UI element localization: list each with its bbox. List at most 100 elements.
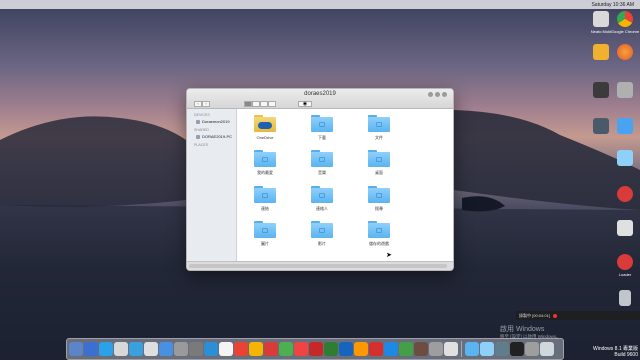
file-item-folder[interactable]: 圖片 bbox=[247, 221, 283, 247]
minimize-button[interactable] bbox=[428, 92, 433, 97]
desktop-icon-chrome[interactable]: Google Chrome bbox=[610, 11, 640, 34]
folder-icon bbox=[254, 150, 276, 167]
dock-app-icon[interactable] bbox=[204, 342, 218, 356]
dock-app-icon[interactable] bbox=[234, 342, 248, 356]
desktop-icon-firefox[interactable] bbox=[610, 44, 640, 62]
drive-icon bbox=[196, 119, 200, 124]
desktop-icon-app5[interactable] bbox=[610, 186, 640, 204]
window-titlebar[interactable]: doraes2019 ‹ › ◉ bbox=[187, 89, 453, 109]
column-view-button[interactable] bbox=[260, 101, 268, 107]
screen-recorder-bar[interactable]: 錄製中 [00:04:01] bbox=[516, 311, 640, 320]
folder-icon bbox=[368, 186, 390, 203]
finder-window[interactable]: doraes2019 ‹ › ◉ DEVICES Doraemon2019 SH… bbox=[186, 88, 454, 271]
file-item-folder[interactable]: 我的最愛 bbox=[247, 150, 283, 176]
recording-text: 錄製中 [00:04:01] bbox=[519, 312, 550, 318]
file-item-folder[interactable]: 連結 bbox=[247, 186, 283, 212]
gallery-view-button[interactable] bbox=[268, 101, 276, 107]
folder-icon bbox=[368, 221, 390, 238]
dock-app-icon[interactable] bbox=[525, 342, 539, 356]
sidebar: DEVICES Doraemon2019 SHARED DORAE2019-PC… bbox=[187, 109, 237, 263]
dock-app-icon[interactable] bbox=[189, 342, 203, 356]
dock-app-icon[interactable] bbox=[510, 342, 524, 356]
desktop-icon-folder2[interactable] bbox=[610, 150, 640, 168]
folder-icon bbox=[311, 150, 333, 167]
dock-app-icon[interactable] bbox=[129, 342, 143, 356]
folder-icon bbox=[368, 150, 390, 167]
sidebar-item-device[interactable]: Doraemon2019 bbox=[196, 119, 236, 124]
desktop-icon-recycle-bin[interactable] bbox=[610, 290, 640, 308]
dock-app-icon[interactable] bbox=[495, 342, 509, 356]
dock-app-icon[interactable] bbox=[99, 342, 113, 356]
app-icon bbox=[617, 118, 633, 134]
file-item-folder[interactable]: 文件 bbox=[361, 115, 397, 141]
dock-app-icon[interactable] bbox=[69, 342, 83, 356]
dock-app-icon[interactable] bbox=[144, 342, 158, 356]
app-icon bbox=[617, 220, 633, 236]
horizontal-scrollbar[interactable] bbox=[189, 264, 447, 268]
app-icon bbox=[617, 186, 633, 202]
dock-app-icon[interactable] bbox=[324, 342, 338, 356]
icon-view-button[interactable] bbox=[244, 101, 252, 107]
app-icon bbox=[593, 82, 609, 98]
mouse-cursor-icon: ➤ bbox=[386, 252, 392, 259]
build-info: Windows 8.1 專業版 Build 9600 bbox=[592, 346, 638, 358]
app-icon bbox=[617, 254, 633, 270]
dock-app-icon[interactable] bbox=[84, 342, 98, 356]
file-item-onedrive[interactable]: OneDrive bbox=[247, 115, 283, 140]
file-item-folder[interactable]: 影片 bbox=[304, 221, 340, 247]
dock-app-icon[interactable] bbox=[114, 342, 128, 356]
dock-app-icon[interactable] bbox=[369, 342, 383, 356]
dock bbox=[66, 338, 564, 360]
dock-app-icon[interactable] bbox=[384, 342, 398, 356]
dock-separator bbox=[461, 341, 462, 357]
dock-app-icon[interactable] bbox=[354, 342, 368, 356]
dock-app-icon[interactable] bbox=[465, 342, 479, 356]
forward-button[interactable]: › bbox=[202, 101, 210, 107]
file-item-folder[interactable]: 連絡人 bbox=[304, 186, 340, 212]
firefox-icon bbox=[617, 44, 633, 60]
file-item-folder[interactable]: 搜尋 bbox=[361, 186, 397, 212]
folder-icon bbox=[254, 186, 276, 203]
desktop-icon-app4[interactable] bbox=[610, 118, 640, 136]
folder-icon bbox=[254, 221, 276, 238]
close-button[interactable] bbox=[442, 92, 447, 97]
dock-app-icon[interactable] bbox=[444, 342, 458, 356]
dock-app-icon[interactable] bbox=[429, 342, 443, 356]
back-button[interactable]: ‹ bbox=[194, 101, 202, 107]
dock-app-icon[interactable] bbox=[480, 342, 494, 356]
file-item-folder[interactable]: 儲存的遊戲 bbox=[361, 221, 397, 247]
onedrive-folder-icon bbox=[254, 115, 276, 132]
file-item-folder[interactable]: 桌面 bbox=[361, 150, 397, 176]
app-icon bbox=[617, 82, 633, 98]
dock-app-icon[interactable] bbox=[219, 342, 233, 356]
quick-look-button[interactable]: ◉ bbox=[298, 101, 312, 107]
folder-icon bbox=[368, 115, 390, 132]
folder-icon bbox=[311, 221, 333, 238]
dock-app-icon[interactable] bbox=[294, 342, 308, 356]
dock-app-icon[interactable] bbox=[249, 342, 263, 356]
dock-app-icon[interactable] bbox=[339, 342, 353, 356]
dock-app-icon[interactable] bbox=[279, 342, 293, 356]
desktop-icon-loader[interactable]: Loader bbox=[610, 254, 640, 277]
zoom-button[interactable] bbox=[435, 92, 440, 97]
list-view-button[interactable] bbox=[252, 101, 260, 107]
dock-app-icon[interactable] bbox=[399, 342, 413, 356]
desktop-icon-app2[interactable] bbox=[610, 82, 640, 100]
record-icon[interactable] bbox=[552, 313, 557, 318]
dock-app-icon[interactable] bbox=[174, 342, 188, 356]
app-icon bbox=[593, 11, 609, 27]
sidebar-header-devices: DEVICES bbox=[194, 113, 210, 117]
file-item-folder[interactable]: 音樂 bbox=[304, 150, 340, 176]
dock-app-icon[interactable] bbox=[540, 342, 554, 356]
desktop-icon-app6[interactable] bbox=[610, 220, 640, 238]
sidebar-header-places: PLACES bbox=[194, 143, 209, 147]
dock-app-icon[interactable] bbox=[159, 342, 173, 356]
dock-app-icon[interactable] bbox=[414, 342, 428, 356]
dock-app-icon[interactable] bbox=[309, 342, 323, 356]
folder-icon bbox=[617, 150, 633, 166]
file-item-folder[interactable]: 下載 bbox=[304, 115, 340, 141]
file-grid: OneDrive 下載 文件 我的最愛 音樂 桌面 連結 連絡人 搜尋 圖片 影… bbox=[237, 109, 453, 263]
sidebar-item-shared-pc[interactable]: DORAE2019-PC bbox=[196, 134, 236, 139]
sidebar-header-shared: SHARED bbox=[194, 128, 209, 132]
dock-app-icon[interactable] bbox=[264, 342, 278, 356]
